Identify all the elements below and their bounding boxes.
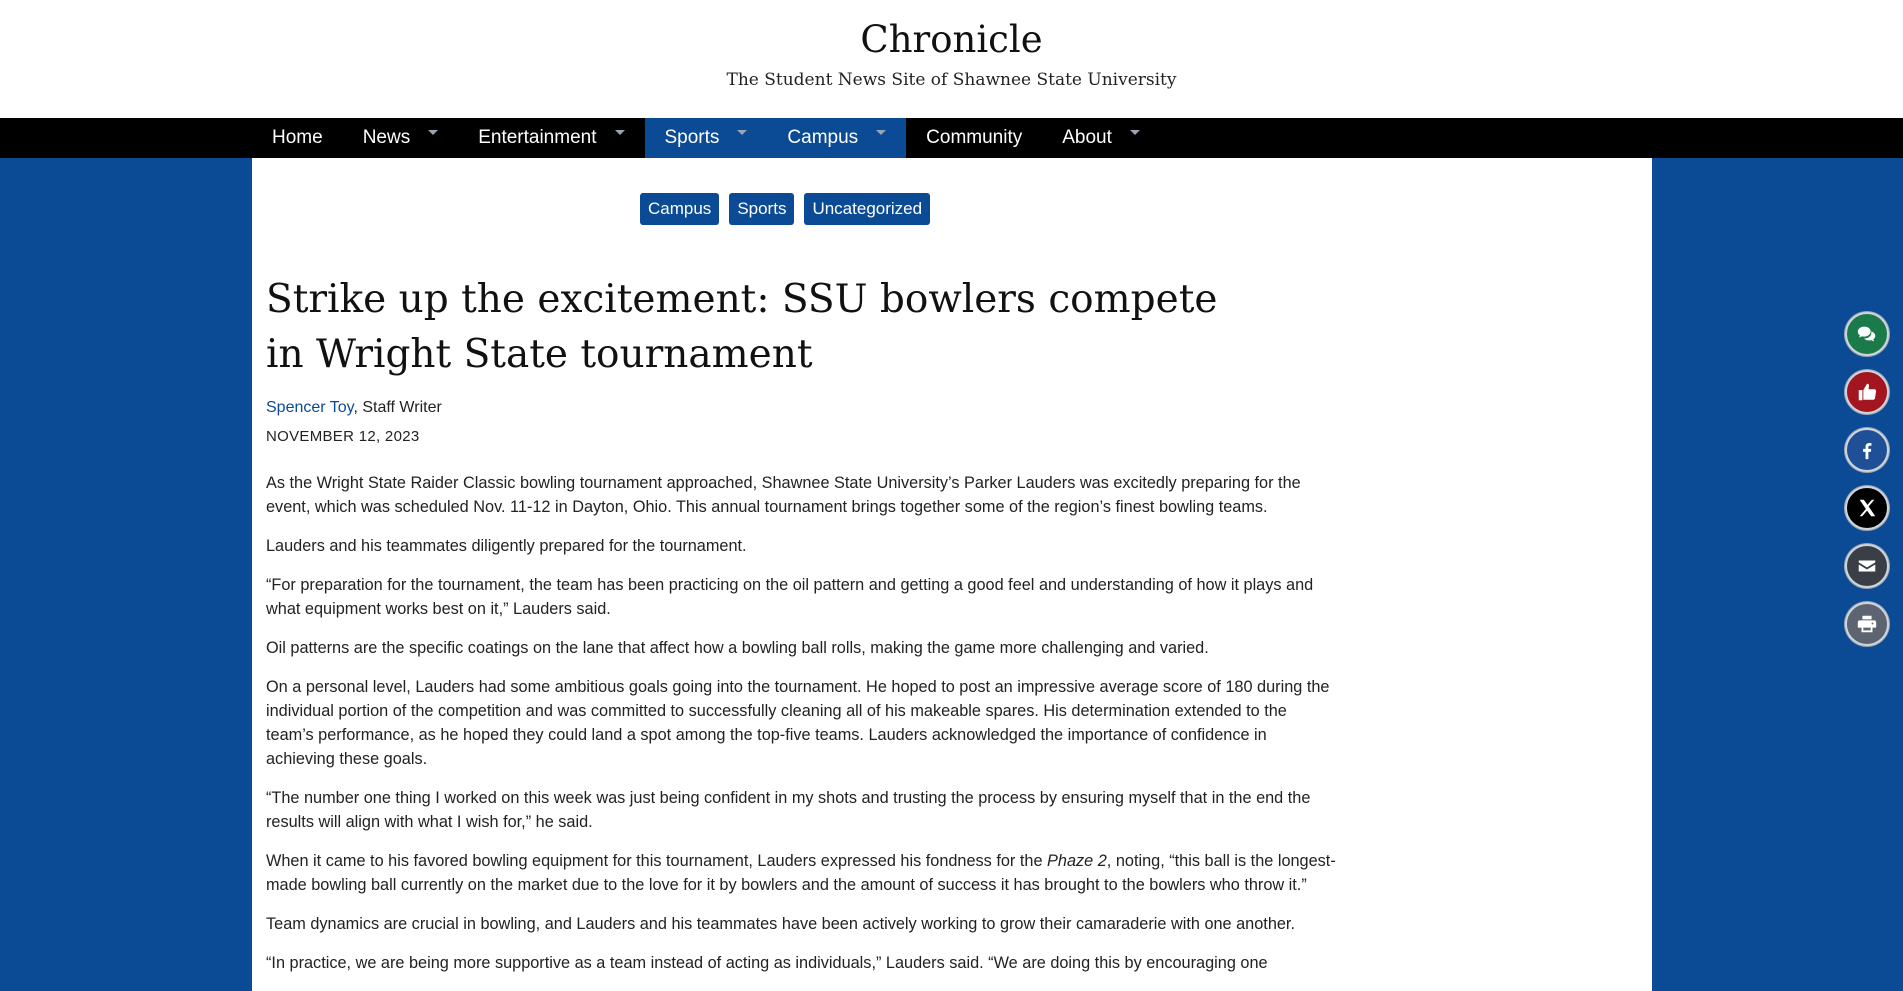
ball-name: Phaze 2 [1047, 852, 1107, 870]
nav-sports[interactable]: Sports [644, 118, 768, 158]
paragraph: As the Wright State Raider Classic bowli… [266, 474, 1301, 516]
main-navigation: Home News Entertainment Sports Campus Co… [0, 118, 1903, 158]
nav-entertainment-label: Entertainment [478, 127, 597, 148]
print-icon [1857, 615, 1877, 633]
nav-home-label: Home [272, 127, 323, 148]
category-uncategorized[interactable]: Uncategorized [804, 193, 931, 225]
chevron-down-icon [876, 129, 887, 135]
paragraph: “The number one thing I worked on this w… [266, 789, 1311, 831]
nav-news[interactable]: News [343, 118, 459, 158]
byline: Spencer Toy, Staff Writer [266, 399, 442, 417]
author-role: , Staff Writer [353, 399, 442, 416]
facebook-share-button[interactable] [1845, 428, 1889, 472]
article-container: Campus Sports Uncategorized Strike up th… [252, 158, 1652, 991]
chevron-down-icon [1129, 129, 1140, 135]
chevron-down-icon [737, 129, 748, 135]
category-sports[interactable]: Sports [729, 193, 795, 225]
article-body: As the Wright State Raider Classic bowli… [266, 471, 1336, 990]
chevron-down-icon [614, 129, 625, 135]
category-tags: Campus Sports Uncategorized [640, 193, 931, 225]
share-bar [1845, 312, 1889, 646]
facebook-icon [1863, 442, 1872, 460]
paragraph: “For preparation for the tournament, the… [266, 576, 1314, 618]
email-icon [1858, 560, 1876, 572]
nav-about-label: About [1062, 127, 1112, 148]
chevron-down-icon [428, 129, 439, 135]
nav-community-label: Community [926, 127, 1023, 148]
nav-entertainment[interactable]: Entertainment [458, 118, 644, 158]
paragraph: On a personal level, Lauders had some am… [266, 678, 1330, 768]
paragraph: Team dynamics are crucial in bowling, an… [266, 915, 1295, 933]
nav-news-label: News [362, 127, 411, 148]
nav-about[interactable]: About [1042, 118, 1160, 158]
site-title[interactable]: Chronicle [0, 18, 1903, 62]
category-campus[interactable]: Campus [640, 193, 720, 225]
paragraph: When it came to his favored bowling equi… [266, 849, 1336, 897]
nav-campus[interactable]: Campus [767, 118, 907, 158]
nav-sports-label: Sports [664, 127, 720, 148]
paragraph: “In practice, we are being more supporti… [266, 954, 1268, 972]
like-button[interactable] [1845, 370, 1889, 414]
article-headline: Strike up the excitement: SSU bowlers co… [266, 277, 1218, 377]
nav-community[interactable]: Community [906, 118, 1042, 158]
masthead: Chronicle The Student News Site of Shawn… [0, 0, 1903, 118]
site-tagline: The Student News Site of Shawnee State U… [726, 70, 1177, 90]
publish-date: NOVEMBER 12, 2023 [266, 428, 420, 445]
email-share-button[interactable] [1845, 544, 1889, 588]
x-icon [1859, 499, 1876, 517]
paragraph: Oil patterns are the specific coatings o… [266, 639, 1209, 657]
comment-button[interactable] [1845, 312, 1889, 356]
nav-campus-label: Campus [787, 127, 859, 148]
like-icon [1858, 383, 1877, 401]
paragraph-text: When it came to his favored bowling equi… [266, 852, 1048, 870]
x-share-button[interactable] [1845, 486, 1889, 530]
author-link[interactable]: Spencer Toy [266, 399, 353, 416]
comment-icon [1857, 326, 1876, 342]
print-button[interactable] [1845, 602, 1889, 646]
paragraph: Lauders and his teammates diligently pre… [266, 537, 747, 555]
nav-home[interactable]: Home [252, 118, 343, 158]
